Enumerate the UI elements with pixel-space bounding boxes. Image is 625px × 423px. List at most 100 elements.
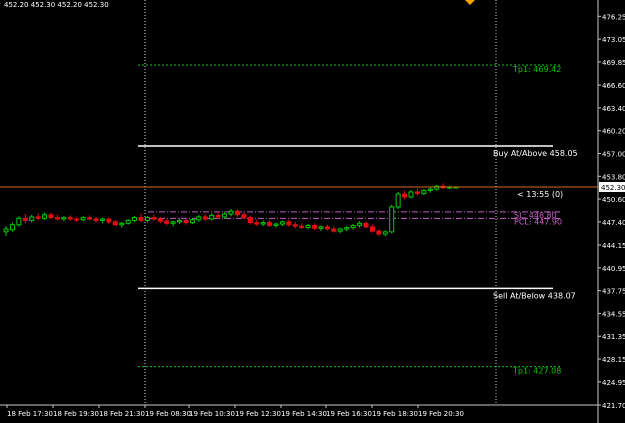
candle-body — [112, 221, 118, 226]
candle-body — [273, 223, 279, 226]
candle-body — [183, 219, 189, 224]
x-tick-label: 18 Feb 17:30 — [7, 410, 53, 418]
candle-body — [312, 224, 318, 229]
candle-body — [29, 216, 35, 221]
y-tick-label: 424.95 — [602, 379, 625, 387]
candle-body — [144, 217, 150, 221]
candle-body — [421, 190, 427, 194]
x-tick-label: 18 Feb 19:30 — [53, 410, 99, 418]
level-label: Tp1: 469.42 — [512, 65, 561, 74]
candle-body — [209, 214, 215, 220]
candle-body — [376, 230, 382, 235]
candle-body — [382, 231, 388, 235]
x-tick-label: 19 Feb 18:30 — [372, 410, 418, 418]
candle-body — [48, 214, 54, 219]
current-price-label: 452.30 — [601, 184, 625, 192]
candle-body — [61, 217, 67, 220]
candle-body — [402, 193, 408, 198]
candle-body — [267, 222, 273, 226]
price-chart[interactable]: Tp1: 469.42Buy At/Above 458.05SL: 448.80… — [0, 0, 625, 423]
candle-body — [337, 228, 343, 232]
candle-body — [99, 218, 105, 221]
candle-body — [9, 224, 15, 231]
candle-body — [395, 193, 401, 208]
level-label: Sell At/Below 438.07 — [493, 291, 576, 300]
candle-body — [350, 224, 356, 229]
y-tick-label: 469.85 — [602, 59, 625, 67]
candle-body — [16, 217, 22, 226]
candle-body — [119, 222, 125, 226]
candle-body — [414, 191, 420, 194]
candle-body — [87, 217, 93, 220]
candle-body — [305, 224, 311, 229]
candle-body — [234, 210, 240, 216]
y-tick-label: 460.20 — [602, 128, 625, 136]
y-tick-label: 476.25 — [602, 13, 625, 21]
y-tick-label: 421.70 — [602, 402, 625, 410]
candle-body — [247, 217, 253, 224]
candle-body — [177, 219, 183, 223]
candle-body — [222, 213, 228, 218]
candle-body — [80, 217, 86, 221]
candle-body — [286, 221, 292, 226]
candle-body — [151, 217, 157, 220]
candle-body — [279, 221, 285, 225]
candle-body — [164, 220, 170, 224]
candle-body — [241, 214, 247, 219]
ohlc-readout: 452.20 452.30 452.20 452.30 — [4, 1, 109, 9]
candle-body — [260, 222, 266, 225]
candle-body — [344, 227, 350, 230]
candle-body — [74, 218, 80, 221]
y-tick-label: 440.95 — [602, 265, 625, 273]
y-tick-label: 463.40 — [602, 105, 625, 113]
y-tick-label: 431.35 — [602, 333, 625, 341]
candle-body — [138, 217, 144, 221]
level-label: Tp1: 427.08 — [512, 367, 561, 376]
candle-body — [408, 191, 414, 198]
y-tick-label: 434.55 — [602, 310, 625, 318]
y-tick-label: 466.60 — [602, 82, 625, 90]
candle-body — [132, 217, 138, 221]
x-tick-label: 19 Feb 16:30 — [326, 410, 372, 418]
candle-body — [357, 222, 363, 226]
x-tick-label: 19 Feb 14:30 — [281, 410, 327, 418]
y-tick-label: 444.15 — [602, 242, 625, 250]
candle-body — [389, 206, 395, 233]
candle-body — [254, 222, 260, 225]
candle-body — [427, 188, 433, 192]
candle-body — [3, 228, 9, 233]
candle-body — [299, 225, 305, 229]
candle-body — [202, 216, 208, 220]
candle-body — [22, 217, 28, 221]
level-label: Buy At/Above 458.05 — [493, 149, 578, 158]
candle-body — [170, 221, 176, 224]
candle-body — [54, 217, 60, 220]
candle-body — [292, 224, 298, 227]
countdown-label: < 13:55 (0) — [517, 190, 563, 199]
candle-body — [42, 214, 48, 219]
candle-body — [196, 216, 202, 221]
y-tick-label: 447.40 — [602, 219, 625, 227]
y-tick-label: 457.00 — [602, 150, 625, 158]
candle-body — [369, 226, 375, 232]
candle-body — [106, 218, 112, 223]
x-tick-label: 19 Feb 12:30 — [235, 410, 281, 418]
candle-body — [93, 218, 99, 221]
y-tick-label: 428.15 — [602, 356, 625, 364]
candle-body — [215, 214, 221, 218]
y-tick-label: 450.60 — [602, 196, 625, 204]
x-tick-label: 19 Feb 10:30 — [189, 410, 235, 418]
x-tick-label: 18 Feb 21:30 — [99, 410, 145, 418]
candle-body — [331, 228, 337, 232]
level-label: PCL: 447.90 — [514, 217, 562, 226]
candle-body — [189, 219, 195, 224]
x-tick-label: 19 Feb 08:30 — [145, 410, 191, 418]
y-tick-label: 453.80 — [602, 173, 625, 181]
x-tick-label: 19 Feb 20:30 — [418, 410, 464, 418]
y-tick-label: 473.05 — [602, 36, 625, 44]
candle-body — [324, 226, 330, 230]
candle-body — [35, 216, 41, 219]
y-tick-label: 437.75 — [602, 288, 625, 296]
candle-body — [157, 218, 163, 222]
candle-body — [363, 222, 369, 228]
